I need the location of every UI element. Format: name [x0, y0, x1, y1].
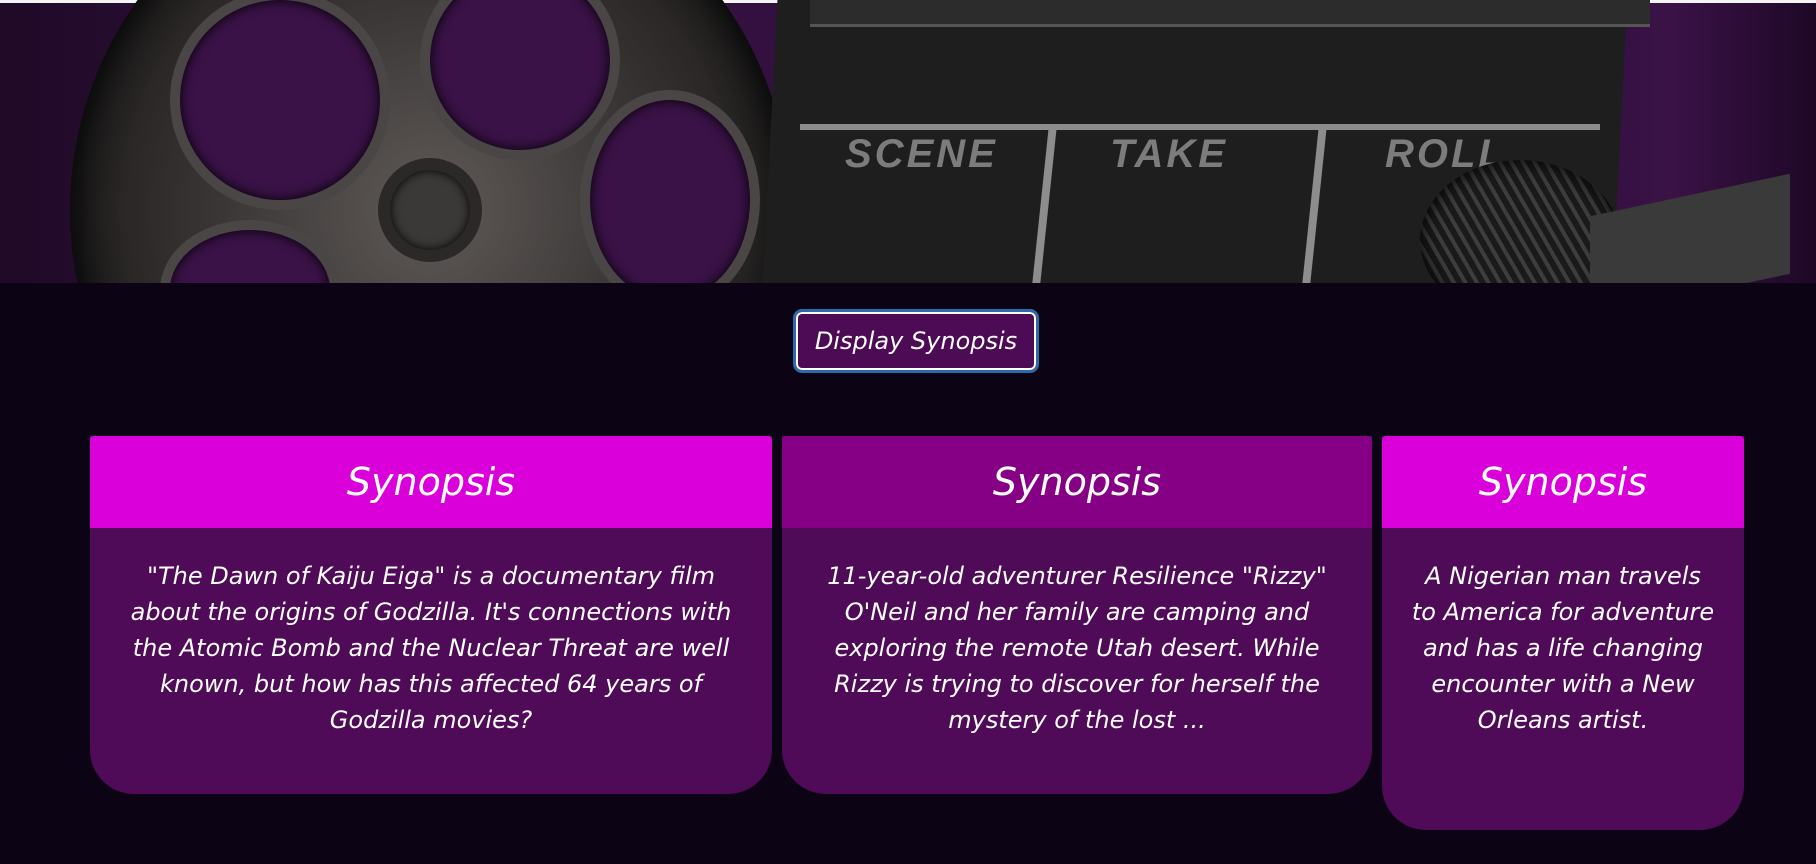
reel-hole: [430, 0, 610, 150]
clapperboard-scene-label: SCENE: [845, 132, 998, 176]
film-reel-image: [70, 0, 790, 283]
synopsis-card-title: Synopsis: [782, 436, 1372, 528]
synopsis-card: Synopsis "The Dawn of Kaiju Eiga" is a d…: [90, 436, 772, 794]
synopsis-card-text: "The Dawn of Kaiju Eiga" is a documentar…: [130, 562, 732, 734]
synopsis-card-text: A Nigerian man travels to America for ad…: [1411, 562, 1715, 734]
clapperboard-line: [800, 124, 1600, 130]
clapperboard-take-label: TAKE: [1110, 132, 1228, 176]
synopsis-card-text: 11-year-old adventurer Resilience "Rizzy…: [827, 562, 1327, 734]
reel-hole: [180, 0, 380, 200]
camera-body-image: [1590, 173, 1790, 283]
clapperboard-top: [810, 0, 1650, 27]
synopsis-card: Synopsis A Nigerian man travels to Ameri…: [1382, 436, 1744, 830]
hero-banner: SCENE TAKE ROLL: [0, 0, 1816, 283]
reel-hole: [170, 230, 330, 283]
reel-hole: [590, 100, 750, 283]
reel-hub: [390, 170, 470, 250]
synopsis-card-title: Synopsis: [1382, 436, 1744, 528]
synopsis-card: Synopsis 11-year-old adventurer Resilien…: [782, 436, 1372, 794]
synopsis-card-title: Synopsis: [90, 436, 772, 528]
display-synopsis-button[interactable]: Display Synopsis: [793, 309, 1039, 373]
